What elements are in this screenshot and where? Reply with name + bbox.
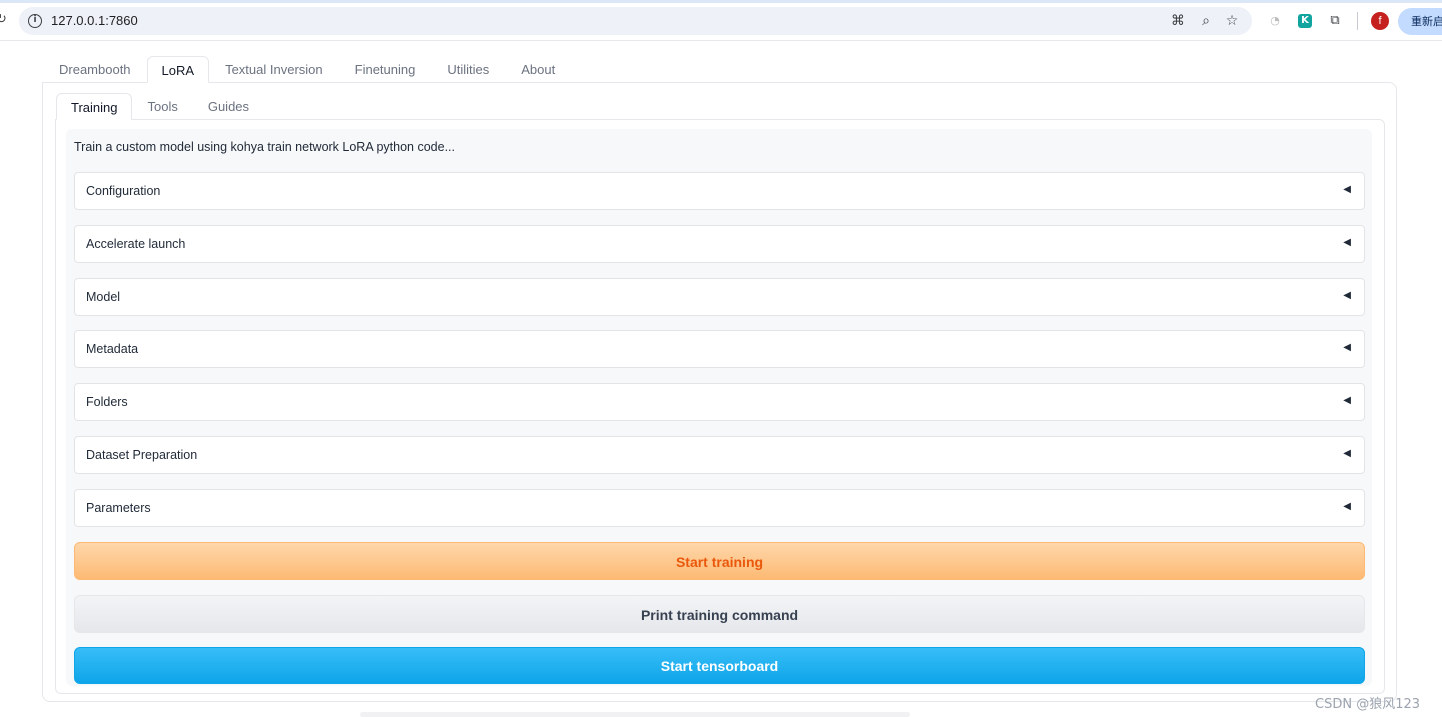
collapse-arrow-icon: ◀ <box>1343 342 1351 353</box>
accordion-label: Metadata <box>86 342 139 356</box>
collapse-arrow-icon: ◀ <box>1343 290 1351 301</box>
extension-icon[interactable]: ◔ <box>1266 12 1284 30</box>
print-training-command-button[interactable]: Print training command <box>74 595 1365 633</box>
collapse-arrow-icon: ◀ <box>1343 184 1351 195</box>
collapse-arrow-icon: ◀ <box>1343 237 1351 248</box>
main-tab-bar: Dreambooth LoRA Textual Inversion Finetu… <box>43 56 571 83</box>
tab-finetuning[interactable]: Finetuning <box>339 56 432 83</box>
tab-guides[interactable]: Guides <box>193 93 264 120</box>
bookmark-star-icon[interactable]: ☆ <box>1224 13 1240 29</box>
site-info-icon[interactable]: i <box>28 14 42 28</box>
url-text[interactable]: 127.0.0.1:7860 <box>51 13 138 28</box>
accordion-model[interactable]: Model ◀ <box>74 278 1365 316</box>
extension-k-icon[interactable]: K <box>1298 14 1312 28</box>
tab-lora[interactable]: LoRA <box>146 56 210 83</box>
accordion-metadata[interactable]: Metadata ◀ <box>74 330 1365 368</box>
accordion-label: Model <box>86 290 121 304</box>
accordion-accelerate-launch[interactable]: Accelerate launch ◀ <box>74 225 1365 263</box>
tab-tools[interactable]: Tools <box>132 93 192 120</box>
relaunch-button[interactable]: 重新启 <box>1398 8 1442 35</box>
accordion-label: Parameters <box>86 501 151 515</box>
collapse-arrow-icon: ◀ <box>1343 448 1351 459</box>
start-training-button[interactable]: Start training <box>74 542 1365 580</box>
collapse-arrow-icon: ◀ <box>1343 501 1351 512</box>
toolbar-divider <box>1357 12 1358 30</box>
start-tensorboard-button[interactable]: Start tensorboard <box>74 647 1365 684</box>
profile-avatar[interactable]: f <box>1371 12 1389 30</box>
accordion-dataset-preparation[interactable]: Dataset Preparation ◀ <box>74 436 1365 474</box>
training-description: Train a custom model using kohya train n… <box>74 140 455 154</box>
tab-about[interactable]: About <box>505 56 571 83</box>
accordion-label: Folders <box>86 395 128 409</box>
accordion-label: Configuration <box>86 184 161 198</box>
watermark: CSDN @狼风123 <box>1315 697 1421 712</box>
collapse-arrow-icon: ◀ <box>1343 395 1351 406</box>
zoom-icon[interactable]: ⌕ <box>1198 13 1214 29</box>
accordion-folders[interactable]: Folders ◀ <box>74 383 1365 421</box>
tab-textual-inversion[interactable]: Textual Inversion <box>209 56 339 83</box>
tab-dreambooth[interactable]: Dreambooth <box>43 56 147 83</box>
accordion-configuration[interactable]: Configuration ◀ <box>74 172 1365 210</box>
browser-top-strip <box>0 0 1442 3</box>
sub-tab-bar: Training Tools Guides <box>56 93 264 120</box>
accordion-label: Dataset Preparation <box>86 448 198 462</box>
extensions-puzzle-icon[interactable]: ⧉ <box>1326 12 1344 30</box>
accordion-parameters[interactable]: Parameters ◀ <box>74 489 1365 527</box>
address-bar[interactable]: i 127.0.0.1:7860 ⌘ ⌕ ☆ <box>19 7 1252 35</box>
accordion-label: Accelerate launch <box>86 237 186 251</box>
bottom-scroll-shadow <box>360 712 910 717</box>
reload-icon[interactable]: ↻ <box>0 12 7 27</box>
tab-utilities[interactable]: Utilities <box>431 56 505 83</box>
translate-icon[interactable]: ⌘ <box>1170 13 1186 29</box>
tab-training[interactable]: Training <box>56 93 133 120</box>
browser-toolbar: ↻ i 127.0.0.1:7860 ⌘ ⌕ ☆ ◔ K ⧉ f 重新启 <box>0 0 1442 41</box>
